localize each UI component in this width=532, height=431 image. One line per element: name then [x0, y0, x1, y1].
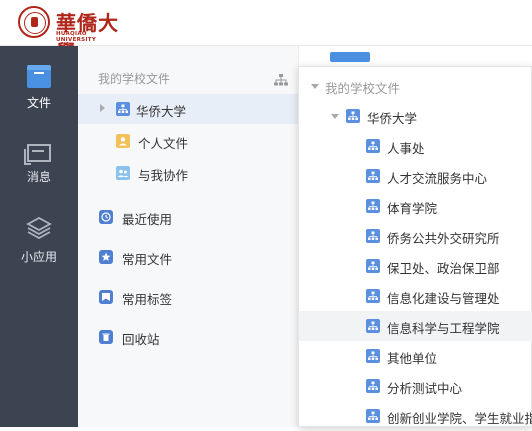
content-header-icon [330, 52, 370, 62]
org-icon [366, 319, 380, 333]
clock-icon [99, 210, 113, 224]
folder-picker-dropdown: 我的学校文件 华侨大学 人事处人才交流服务中心 体育学院侨务公共外交研究所 保卫处、… [298, 66, 532, 427]
dropdown-unit-item[interactable]: 人事处 [299, 131, 532, 161]
dropdown-unit-label: 其他单位 [387, 351, 438, 366]
dropdown-unit-label: 分析测试中心 [387, 381, 463, 396]
university-logo[interactable]: 華僑大學 HUAQIAO UNIVERSITY [18, 6, 128, 64]
tree-item-label: 个人文件 [138, 136, 189, 151]
rail-label: 小应用 [20, 250, 57, 264]
org-icon [366, 169, 380, 183]
menu-item-label: 回收站 [122, 332, 160, 347]
dropdown-unit-item[interactable]: 侨务公共外交研究所 [299, 221, 532, 251]
rail-item-files[interactable]: 文件 [0, 65, 78, 111]
org-icon [366, 349, 380, 363]
message-icon [24, 144, 51, 165]
tree-item-personal[interactable]: 个人文件 [78, 126, 298, 156]
files-panel: 我的学校文件 华侨大学 个人文件 与我协作 最近使用 常用文件 常用标签 回收站 [78, 46, 299, 427]
dropdown-unit-item[interactable]: 信息科学与工程学院 [299, 311, 532, 341]
apps-icon [26, 216, 52, 242]
dropdown-unit-label: 信息化建设与管理处 [387, 291, 500, 306]
menu-item-label: 常用标签 [122, 292, 173, 307]
left-nav-rail: 文件 消息 小应用 [0, 46, 78, 427]
dropdown-unit-item[interactable]: 信息化建设与管理处 [299, 281, 532, 311]
team-icon [116, 166, 130, 180]
menu-item-recent[interactable]: 最近使用 [78, 202, 298, 232]
user-icon [116, 134, 130, 148]
dropdown-unit-item[interactable]: 分析测试中心 [299, 371, 532, 401]
dropdown-unit-label: 信息科学与工程学院 [387, 321, 500, 336]
dropdown-unit-item[interactable]: 其他单位 [299, 341, 532, 371]
dropdown-root-label: 我的学校文件 [325, 81, 401, 96]
dropdown-unit-label: 人才交流服务中心 [387, 171, 488, 186]
star-icon [99, 250, 113, 264]
menu-item-tags[interactable]: 常用标签 [78, 282, 298, 312]
dropdown-unit-label: 创新创业学院、学生就业指 [387, 411, 532, 426]
dropdown-unit-item[interactable]: 人才交流服务中心 [299, 161, 532, 191]
org-icon [366, 229, 380, 243]
rail-item-messages[interactable]: 消息 [0, 144, 78, 185]
dropdown-unit-label: 体育学院 [387, 201, 438, 216]
app-header: 華僑大學 HUAQIAO UNIVERSITY [0, 0, 532, 64]
org-icon [366, 139, 380, 153]
org-icon [116, 102, 130, 116]
org-icon [366, 379, 380, 393]
tree-item-label: 华侨大学 [136, 104, 187, 119]
collapse-caret-icon[interactable] [331, 114, 339, 119]
dropdown-unit-label: 保卫处、政治保卫部 [387, 261, 500, 276]
rail-label: 消息 [26, 170, 51, 184]
rail-item-apps[interactable]: 小应用 [0, 216, 78, 265]
org-tree-icon[interactable] [274, 71, 288, 86]
trash-icon [99, 330, 113, 344]
org-icon [366, 289, 380, 303]
dropdown-org-label: 华侨大学 [367, 111, 418, 126]
tag-icon [99, 290, 113, 304]
dropdown-unit-item[interactable]: 体育学院 [299, 191, 532, 221]
tree-item-label: 与我协作 [138, 168, 189, 183]
expand-caret-icon[interactable] [100, 104, 105, 112]
folder-icon [27, 65, 51, 88]
org-icon [366, 409, 380, 423]
org-icon [366, 259, 380, 273]
dropdown-unit-label: 侨务公共外交研究所 [387, 231, 500, 246]
collapse-caret-icon[interactable] [311, 84, 319, 89]
org-icon [346, 109, 360, 123]
dropdown-unit-label: 人事处 [387, 141, 425, 156]
dropdown-unit-item[interactable]: 保卫处、政治保卫部 [299, 251, 532, 281]
dropdown-org[interactable]: 华侨大学 [299, 101, 532, 131]
menu-item-trash[interactable]: 回收站 [78, 322, 298, 352]
menu-item-label: 常用文件 [122, 252, 173, 267]
rail-label: 文件 [26, 96, 51, 110]
tree-item-shared[interactable]: 与我协作 [78, 158, 298, 188]
seal-icon [18, 6, 50, 38]
files-panel-title: 我的学校文件 [98, 72, 171, 86]
menu-item-label: 最近使用 [122, 212, 173, 227]
menu-item-favorites[interactable]: 常用文件 [78, 242, 298, 272]
logo-english-name: HUAQIAO UNIVERSITY [56, 31, 97, 43]
org-icon [366, 199, 380, 213]
dropdown-root[interactable]: 我的学校文件 [299, 71, 532, 101]
tree-item-huaqiao[interactable]: 华侨大学 [78, 94, 298, 124]
